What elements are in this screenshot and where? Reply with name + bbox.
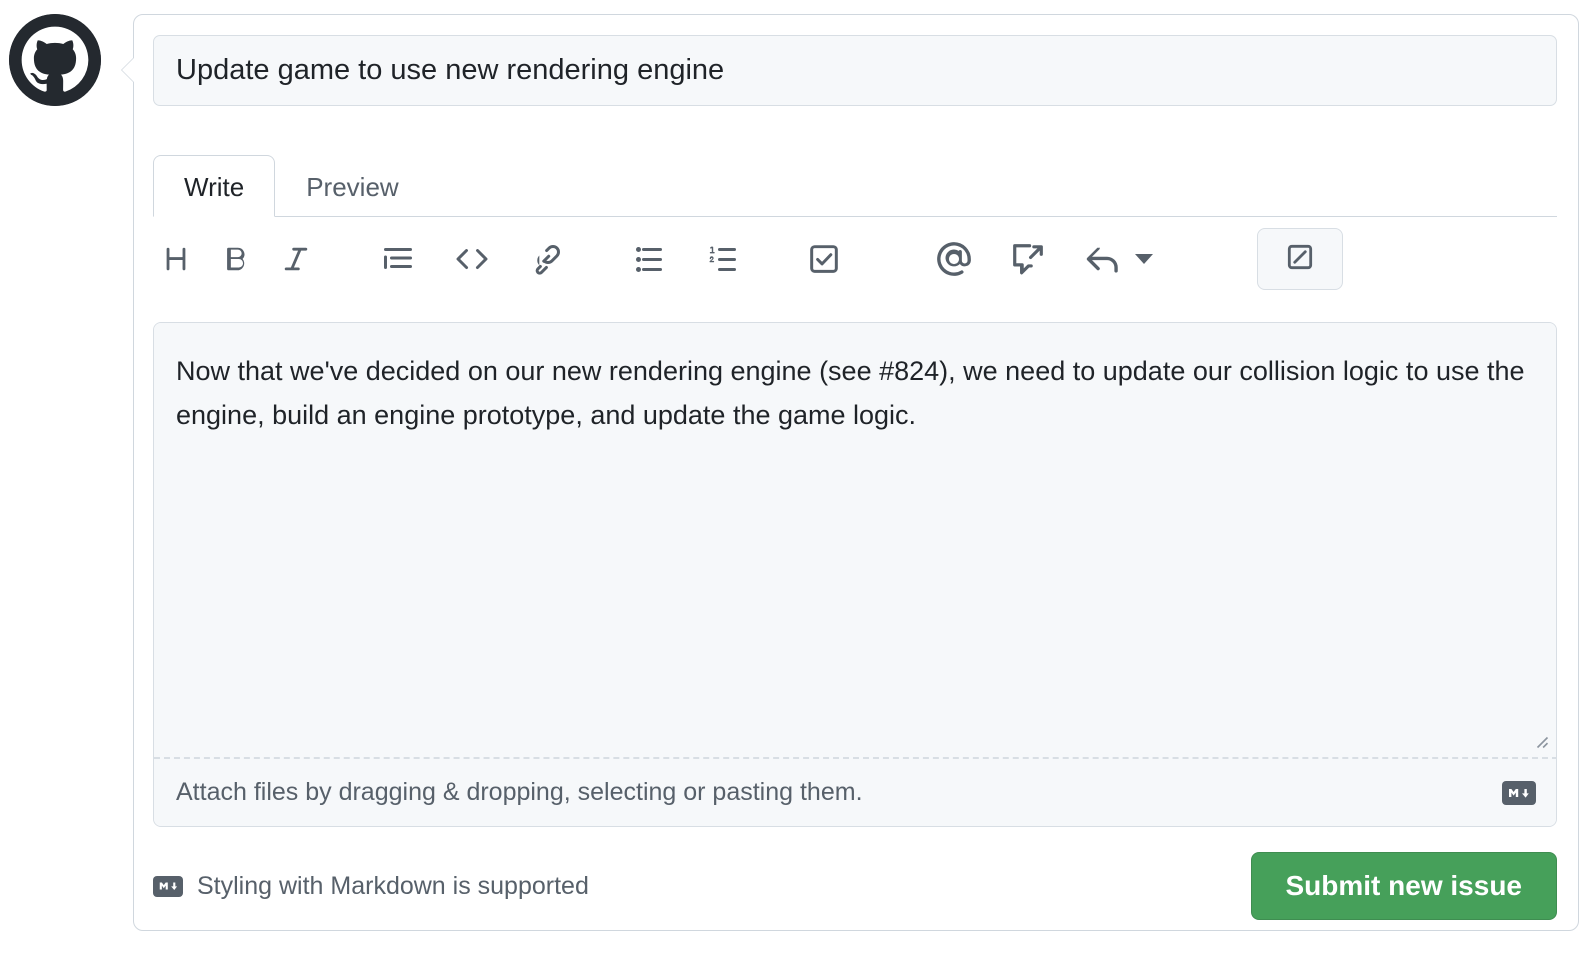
attach-files-bar[interactable]: Attach files by dragging & dropping, sel… xyxy=(154,759,1556,826)
issue-title-input[interactable]: Update game to use new rendering engine xyxy=(153,35,1557,106)
tab-preview[interactable]: Preview xyxy=(275,155,429,217)
ordered-list-icon[interactable] xyxy=(699,236,745,282)
bold-icon[interactable] xyxy=(213,236,259,282)
new-issue-page: Update game to use new rendering engine … xyxy=(0,0,1592,954)
chevron-down-icon xyxy=(1135,254,1153,264)
unordered-list-icon[interactable] xyxy=(625,236,671,282)
tab-write[interactable]: Write xyxy=(153,155,276,217)
issue-body-input[interactable]: Now that we've decided on our new render… xyxy=(154,323,1556,757)
code-icon[interactable] xyxy=(449,236,495,282)
markdown-support-note[interactable]: Styling with Markdown is supported xyxy=(153,872,589,901)
avatar[interactable] xyxy=(9,14,101,106)
quote-icon[interactable] xyxy=(375,236,421,282)
markdown-icon xyxy=(153,875,183,897)
heading-icon[interactable] xyxy=(153,236,199,282)
attach-files-hint: Attach files by dragging & dropping, sel… xyxy=(176,778,863,806)
mention-icon[interactable] xyxy=(931,236,977,282)
saved-reply-icon xyxy=(1079,236,1125,282)
resize-handle-icon[interactable] xyxy=(1530,730,1550,750)
github-octocat-icon xyxy=(9,14,101,106)
issue-form-container: Update game to use new rendering engine … xyxy=(121,14,1579,931)
task-list-icon[interactable] xyxy=(801,236,847,282)
saved-reply-button[interactable] xyxy=(1079,236,1153,282)
issue-form-footer: Styling with Markdown is supported Submi… xyxy=(153,847,1557,925)
cross-reference-icon[interactable] xyxy=(1005,236,1051,282)
markdown-icon[interactable] xyxy=(1502,780,1536,805)
zen-mode-icon xyxy=(1285,242,1315,277)
markdown-toolbar xyxy=(153,221,1557,297)
editor-tabs: Write Preview xyxy=(153,142,1557,217)
submit-new-issue-button[interactable]: Submit new issue xyxy=(1250,852,1557,920)
speech-bubble-arrow xyxy=(122,57,135,83)
markdown-support-label: Styling with Markdown is supported xyxy=(197,871,589,900)
issue-body-area: Now that we've decided on our new render… xyxy=(153,322,1557,827)
zen-mode-button[interactable] xyxy=(1257,228,1343,290)
italic-icon[interactable] xyxy=(273,236,319,282)
link-icon[interactable] xyxy=(523,236,569,282)
